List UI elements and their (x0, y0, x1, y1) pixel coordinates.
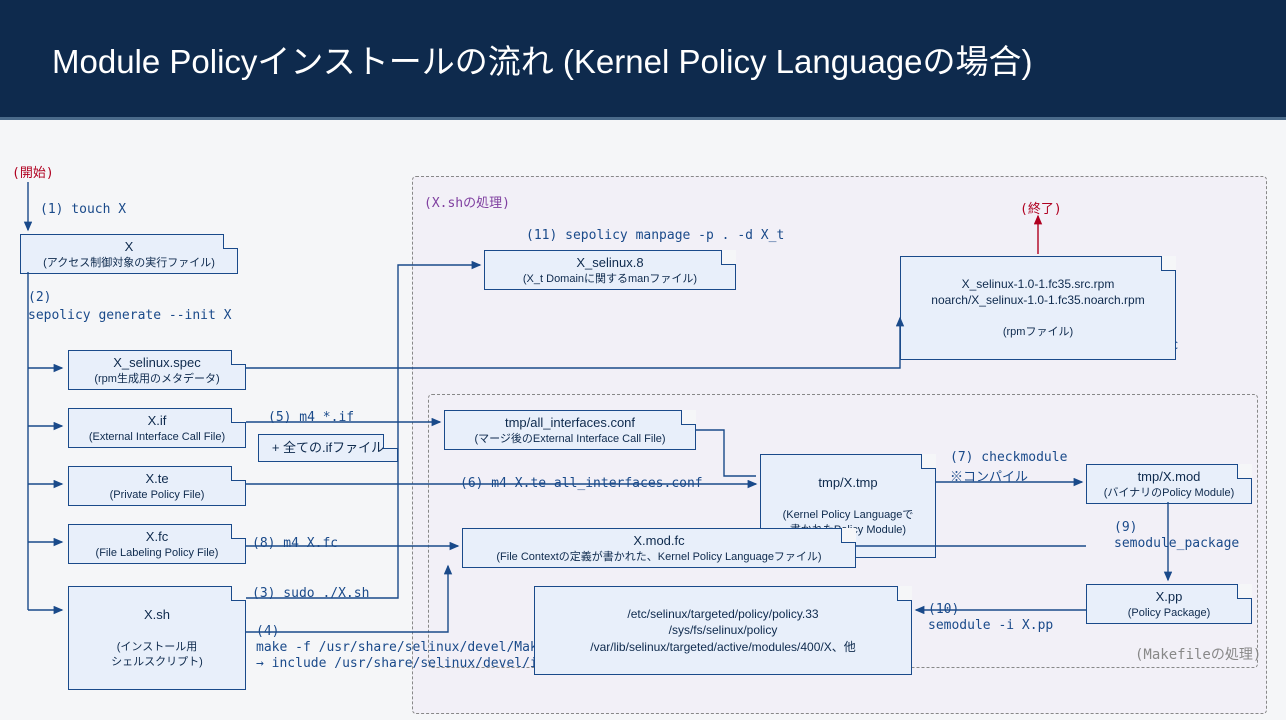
node-spec: X_selinux.spec (rpm生成用のメタデータ) (68, 350, 246, 390)
step-9b: semodule_package (1114, 536, 1239, 551)
step-3: (3) sudo ./X.sh (252, 586, 369, 601)
step-9a: (9) (1114, 520, 1137, 535)
node-sub: (アクセス制御対象の実行ファイル) (31, 256, 227, 271)
node-man: X_selinux.8 (X_t Domainに関するmanファイル) (484, 250, 736, 290)
node-if: X.if (External Interface Call File) (68, 408, 246, 448)
node-sub: (インストール用 シェルスクリプト) (79, 640, 235, 670)
step-2b: sepolicy generate --init X (28, 308, 232, 323)
node-sub: (rpmファイル) (911, 325, 1165, 340)
node-x: X (アクセス制御対象の実行ファイル) (20, 234, 238, 274)
node-sub: (バイナリのPolicy Module) (1097, 486, 1241, 501)
node-sub: (rpm生成用のメタデータ) (79, 372, 235, 387)
node-etc: /etc/selinux/targeted/policy/policy.33 /… (534, 586, 912, 675)
node-sub: (X_t Domainに関するmanファイル) (495, 272, 725, 287)
node-sub: (Policy Package) (1097, 606, 1241, 621)
node-all-if-extra: + 全ての.ifファイル (258, 434, 398, 462)
node-name: tmp/X.mod (1097, 468, 1241, 486)
makefile-label: (Makefileの処理) (1135, 644, 1261, 664)
node-name: X.mod.fc (473, 532, 845, 550)
node-name: X.if (79, 412, 235, 430)
slide-title: Module Policyインストールの流れ (Kernel Policy La… (52, 35, 1033, 83)
node-name: X.te (79, 470, 235, 488)
node-sub: (Private Policy File) (79, 488, 235, 503)
step-10b: semodule -i X.pp (928, 618, 1053, 633)
node-sub: (マージ後のExternal Interface Call File) (455, 432, 685, 447)
node-name: X.fc (79, 528, 235, 546)
node-name: X_selinux.spec (79, 354, 235, 372)
node-name: X_selinux.8 (495, 254, 725, 272)
step-11: (11) sepolicy manpage -p . -d X_t (526, 228, 784, 243)
node-name: + 全ての.ifファイル (265, 439, 391, 457)
xsh-label: (X.shの処理) (424, 192, 510, 211)
end-label: (終了) (1020, 198, 1062, 217)
node-name: X.pp (1097, 588, 1241, 606)
node-name: tmp/all_interfaces.conf (455, 414, 685, 432)
start-label: (開始) (12, 162, 54, 181)
node-name: X.sh (79, 606, 235, 624)
diagram-canvas: (開始) (終了) (X.shの処理) (Makefileの処理) (1) to… (0, 120, 1286, 720)
node-rpm: X_selinux-1.0-1.fc35.src.rpm noarch/X_se… (900, 256, 1176, 360)
step-2a: (2) (28, 290, 51, 305)
step-5: (5) m4 *.if (268, 410, 354, 425)
step-7a: (7) checkmodule (950, 450, 1067, 465)
node-sh: X.sh (インストール用 シェルスクリプト) (68, 586, 246, 690)
node-name: X_selinux-1.0-1.fc35.src.rpm noarch/X_se… (911, 276, 1165, 308)
step-10a: (10) (928, 602, 959, 617)
node-name: /etc/selinux/targeted/policy/policy.33 /… (545, 606, 901, 655)
node-te: X.te (Private Policy File) (68, 466, 246, 506)
step-4a: (4) (256, 624, 279, 639)
node-sub: (File Labeling Policy File) (79, 546, 235, 561)
node-allif: tmp/all_interfaces.conf (マージ後のExternal I… (444, 410, 696, 450)
node-fc: X.fc (File Labeling Policy File) (68, 524, 246, 564)
node-sub: (External Interface Call File) (79, 430, 235, 445)
step-7b: ※コンパイル (950, 466, 1028, 485)
node-pp: X.pp (Policy Package) (1086, 584, 1252, 624)
node-name: X (31, 238, 227, 256)
node-name: tmp/X.tmp (771, 474, 925, 492)
slide-header: Module Policyインストールの流れ (Kernel Policy La… (0, 0, 1286, 120)
step-1: (1) touch X (40, 202, 126, 217)
node-mod: tmp/X.mod (バイナリのPolicy Module) (1086, 464, 1252, 504)
step-6: (6) m4 X.te all_interfaces.conf (460, 476, 703, 491)
node-sub: (File Contextの定義が書かれた、Kernel Policy Lang… (473, 550, 845, 565)
step-8: (8) m4 X.fc (252, 536, 338, 551)
node-modfc: X.mod.fc (File Contextの定義が書かれた、Kernel Po… (462, 528, 856, 568)
